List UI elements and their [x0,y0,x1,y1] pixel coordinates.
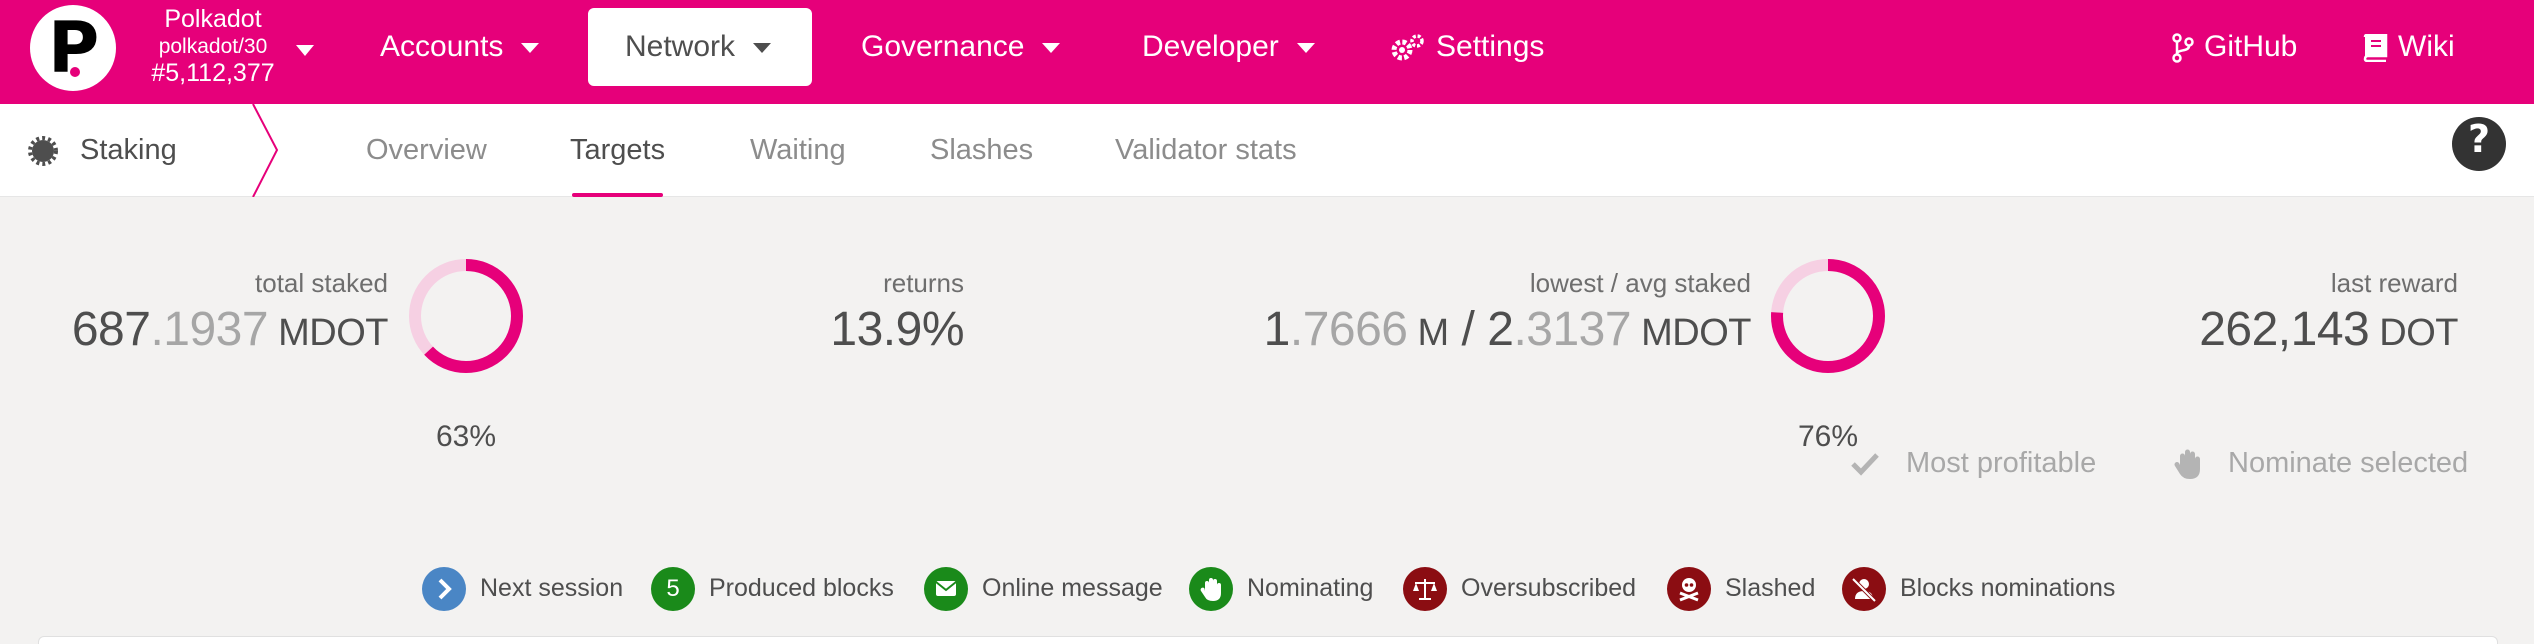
chevron-right-icon [422,567,466,612]
total-staked-percent: 63% [435,420,497,453]
last-reward-label: last reward [2330,268,2458,298]
legend-next-session-label: Next session [480,574,624,602]
breadcrumb-chevron-icon [252,104,279,197]
nav-governance-label: Governance [861,30,1025,63]
hand-paper-icon [2174,449,2200,480]
returns-value: 13.9% [830,303,964,356]
last-reward-amount: 262,143 [2199,303,2370,356]
staking-subnav: Staking Overview Targets Waiting Slashes… [0,104,2534,197]
last-reward-unit: DOT [2369,312,2458,354]
legend-oversubscribed: Oversubscribed [1403,566,1637,612]
legend-blocks-nominations: Blocks nominations [1842,566,2116,612]
legend-online-message-label: Online message [982,574,1163,602]
github-link[interactable]: GitHub [2172,8,2297,86]
nav-settings-label: Settings [1436,30,1545,63]
legend-online-message: Online message [924,566,1163,612]
legend-blocks-nominations-label: Blocks nominations [1900,574,2116,602]
nominate-selected-label: Nominate selected [2228,447,2469,479]
chevron-down-icon [1296,43,1315,54]
nav-network[interactable]: Network [588,8,812,86]
code-branch-icon [2172,33,2194,63]
wiki-label: Wiki [2398,30,2455,63]
nav-developer[interactable]: Developer [1142,8,1315,86]
user-slash-icon [1842,567,1886,612]
legend-next-session: Next session [422,566,624,612]
chain-info[interactable]: Polkadot polkadot/30 #5,112,377 [138,6,288,87]
balance-scale-icon [1403,567,1447,612]
chain-version: polkadot/30 [158,35,268,58]
tab-targets[interactable]: Targets [570,104,665,197]
legend-nominating: Nominating [1189,566,1374,612]
staking-section-label: Staking [80,134,177,166]
tab-overview[interactable]: Overview [366,104,487,197]
total-staked-donut: 63% [408,258,524,453]
avg-int: 2 [1487,303,1514,356]
legend-produced-blocks: 5 Produced blocks [651,566,894,612]
nav-network-label: Network [625,30,736,63]
logo-dot-icon [70,67,80,77]
chevron-down-icon [521,43,540,54]
chain-name: Polkadot [164,5,262,33]
lowest-frac: .7666 [1289,303,1408,356]
legend-nominating-label: Nominating [1247,574,1374,602]
nav-developer-label: Developer [1142,30,1279,63]
lowest-avg-separator: / [1448,303,1488,356]
legend-produced-blocks-label: Produced blocks [709,574,894,602]
envelope-icon [924,567,968,612]
hand-icon [1189,567,1233,612]
legend-slashed: Slashed [1667,566,1816,612]
total-staked-value: 687.1937 MDOT [71,302,389,357]
total-staked-int: 687 [71,303,151,356]
check-icon [1851,453,1879,476]
legend-slashed-label: Slashed [1725,574,1816,602]
produced-blocks-count-badge: 5 [651,567,695,612]
legend-oversubscribed-label: Oversubscribed [1461,574,1637,602]
block-number: #5,112,377 [151,59,275,87]
total-staked-label: total staked [255,268,388,298]
targets-table-top [38,636,2498,644]
nominate-selected-button[interactable]: Nominate selected [2174,442,2468,484]
certificate-icon [28,136,58,167]
top-bar: P Polkadot polkadot/30 #5,112,377 Accoun… [0,0,2534,104]
avg-unit: MDOT [1631,312,1751,354]
nav-accounts[interactable]: Accounts [380,8,540,86]
nav-governance[interactable]: Governance [861,8,1061,86]
tab-validator-stats[interactable]: Validator stats [1115,104,1297,197]
lowest-unit: M [1407,312,1450,354]
cogs-icon [1391,34,1424,61]
returns-label: returns [883,268,964,298]
github-label: GitHub [2204,30,2298,63]
lowest-int: 1 [1263,303,1291,356]
book-icon [2363,33,2388,63]
polkadot-logo[interactable]: P [30,5,116,91]
lowest-avg-value: 1.7666 M / 2.3137 MDOT [1263,302,1752,357]
most-profitable-label: Most profitable [1906,447,2097,479]
most-profitable-button[interactable]: Most profitable [1850,442,2096,484]
lowest-avg-donut: 76% [1770,258,1886,453]
tab-waiting[interactable]: Waiting [750,104,846,197]
tab-slashes[interactable]: Slashes [930,104,1033,197]
total-staked-frac: .1937 [150,303,269,356]
skull-crossbones-icon [1667,567,1711,612]
chain-dropdown-caret-icon[interactable] [296,44,314,62]
nav-accounts-label: Accounts [380,30,504,63]
avg-frac: .3137 [1513,303,1632,356]
staking-section: Staking [28,104,177,197]
chevron-down-icon [1042,43,1061,54]
lowest-avg-label: lowest / avg staked [1529,268,1751,298]
chevron-down-icon [753,43,772,54]
wiki-link[interactable]: Wiki [2362,8,2455,86]
total-staked-unit: MDOT [268,312,388,354]
help-icon[interactable]: ? [2452,117,2506,171]
last-reward-value: 262,143 DOT [2199,302,2458,357]
nav-settings[interactable]: Settings [1390,8,1544,86]
